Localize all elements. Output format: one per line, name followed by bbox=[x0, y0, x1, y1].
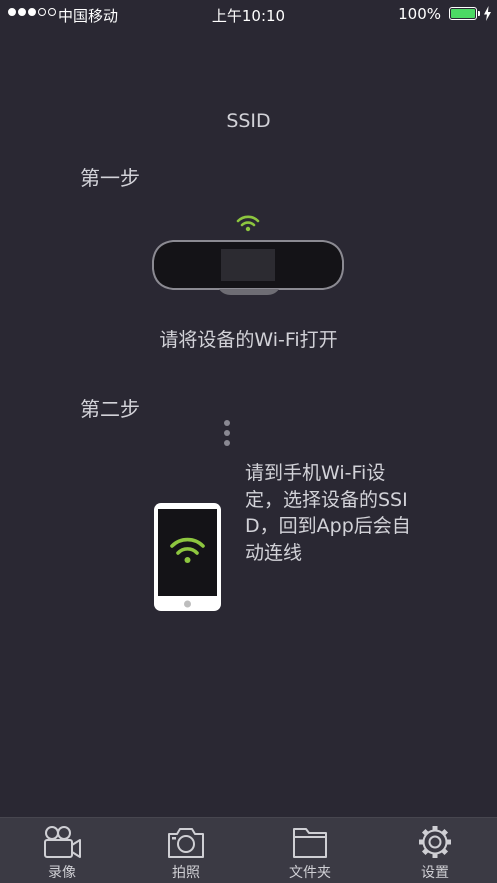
vertical-dots-icon bbox=[223, 420, 231, 450]
tab-settings-label: 设置 bbox=[421, 865, 449, 881]
status-bar: 中国移动 上午10:10 100% bbox=[0, 0, 497, 28]
charging-bolt-icon bbox=[484, 6, 491, 21]
battery-percent: 100% bbox=[398, 5, 441, 23]
step2-instruction: 请到手机Wi-Fi设定，选择设备的SSID，回到App后会自动连线 bbox=[245, 462, 411, 564]
tab-record[interactable]: 录像 bbox=[0, 818, 124, 883]
camera-icon bbox=[168, 828, 204, 858]
tab-record-label: 录像 bbox=[48, 865, 76, 881]
step1-label: 第一步 bbox=[80, 166, 140, 190]
tab-photo-label: 拍照 bbox=[172, 865, 200, 881]
tab-bar: 录像 拍照 文件夹 设置 bbox=[0, 817, 497, 883]
video-camera-icon bbox=[44, 826, 81, 858]
gear-icon bbox=[419, 826, 451, 858]
page-title: SSID bbox=[226, 110, 271, 132]
wifi-icon bbox=[236, 215, 260, 232]
step1-instruction: 请将设备的Wi-Fi打开 bbox=[159, 329, 338, 351]
smartphone-wifi-icon bbox=[154, 503, 221, 611]
step2-label: 第二步 bbox=[80, 397, 140, 421]
tab-folder-label: 文件夹 bbox=[289, 865, 331, 881]
tab-photo[interactable]: 拍照 bbox=[124, 818, 248, 883]
battery-icon bbox=[449, 7, 477, 20]
tab-folder[interactable]: 文件夹 bbox=[248, 818, 372, 883]
battery-tip bbox=[478, 11, 480, 16]
folder-icon bbox=[293, 828, 327, 858]
tab-settings[interactable]: 设置 bbox=[373, 818, 497, 883]
screen: 中国移动 上午10:10 100% SSID 第一步 请将设备的Wi-Fi打开 … bbox=[0, 0, 497, 883]
dashcam-mirror-icon bbox=[152, 240, 344, 295]
